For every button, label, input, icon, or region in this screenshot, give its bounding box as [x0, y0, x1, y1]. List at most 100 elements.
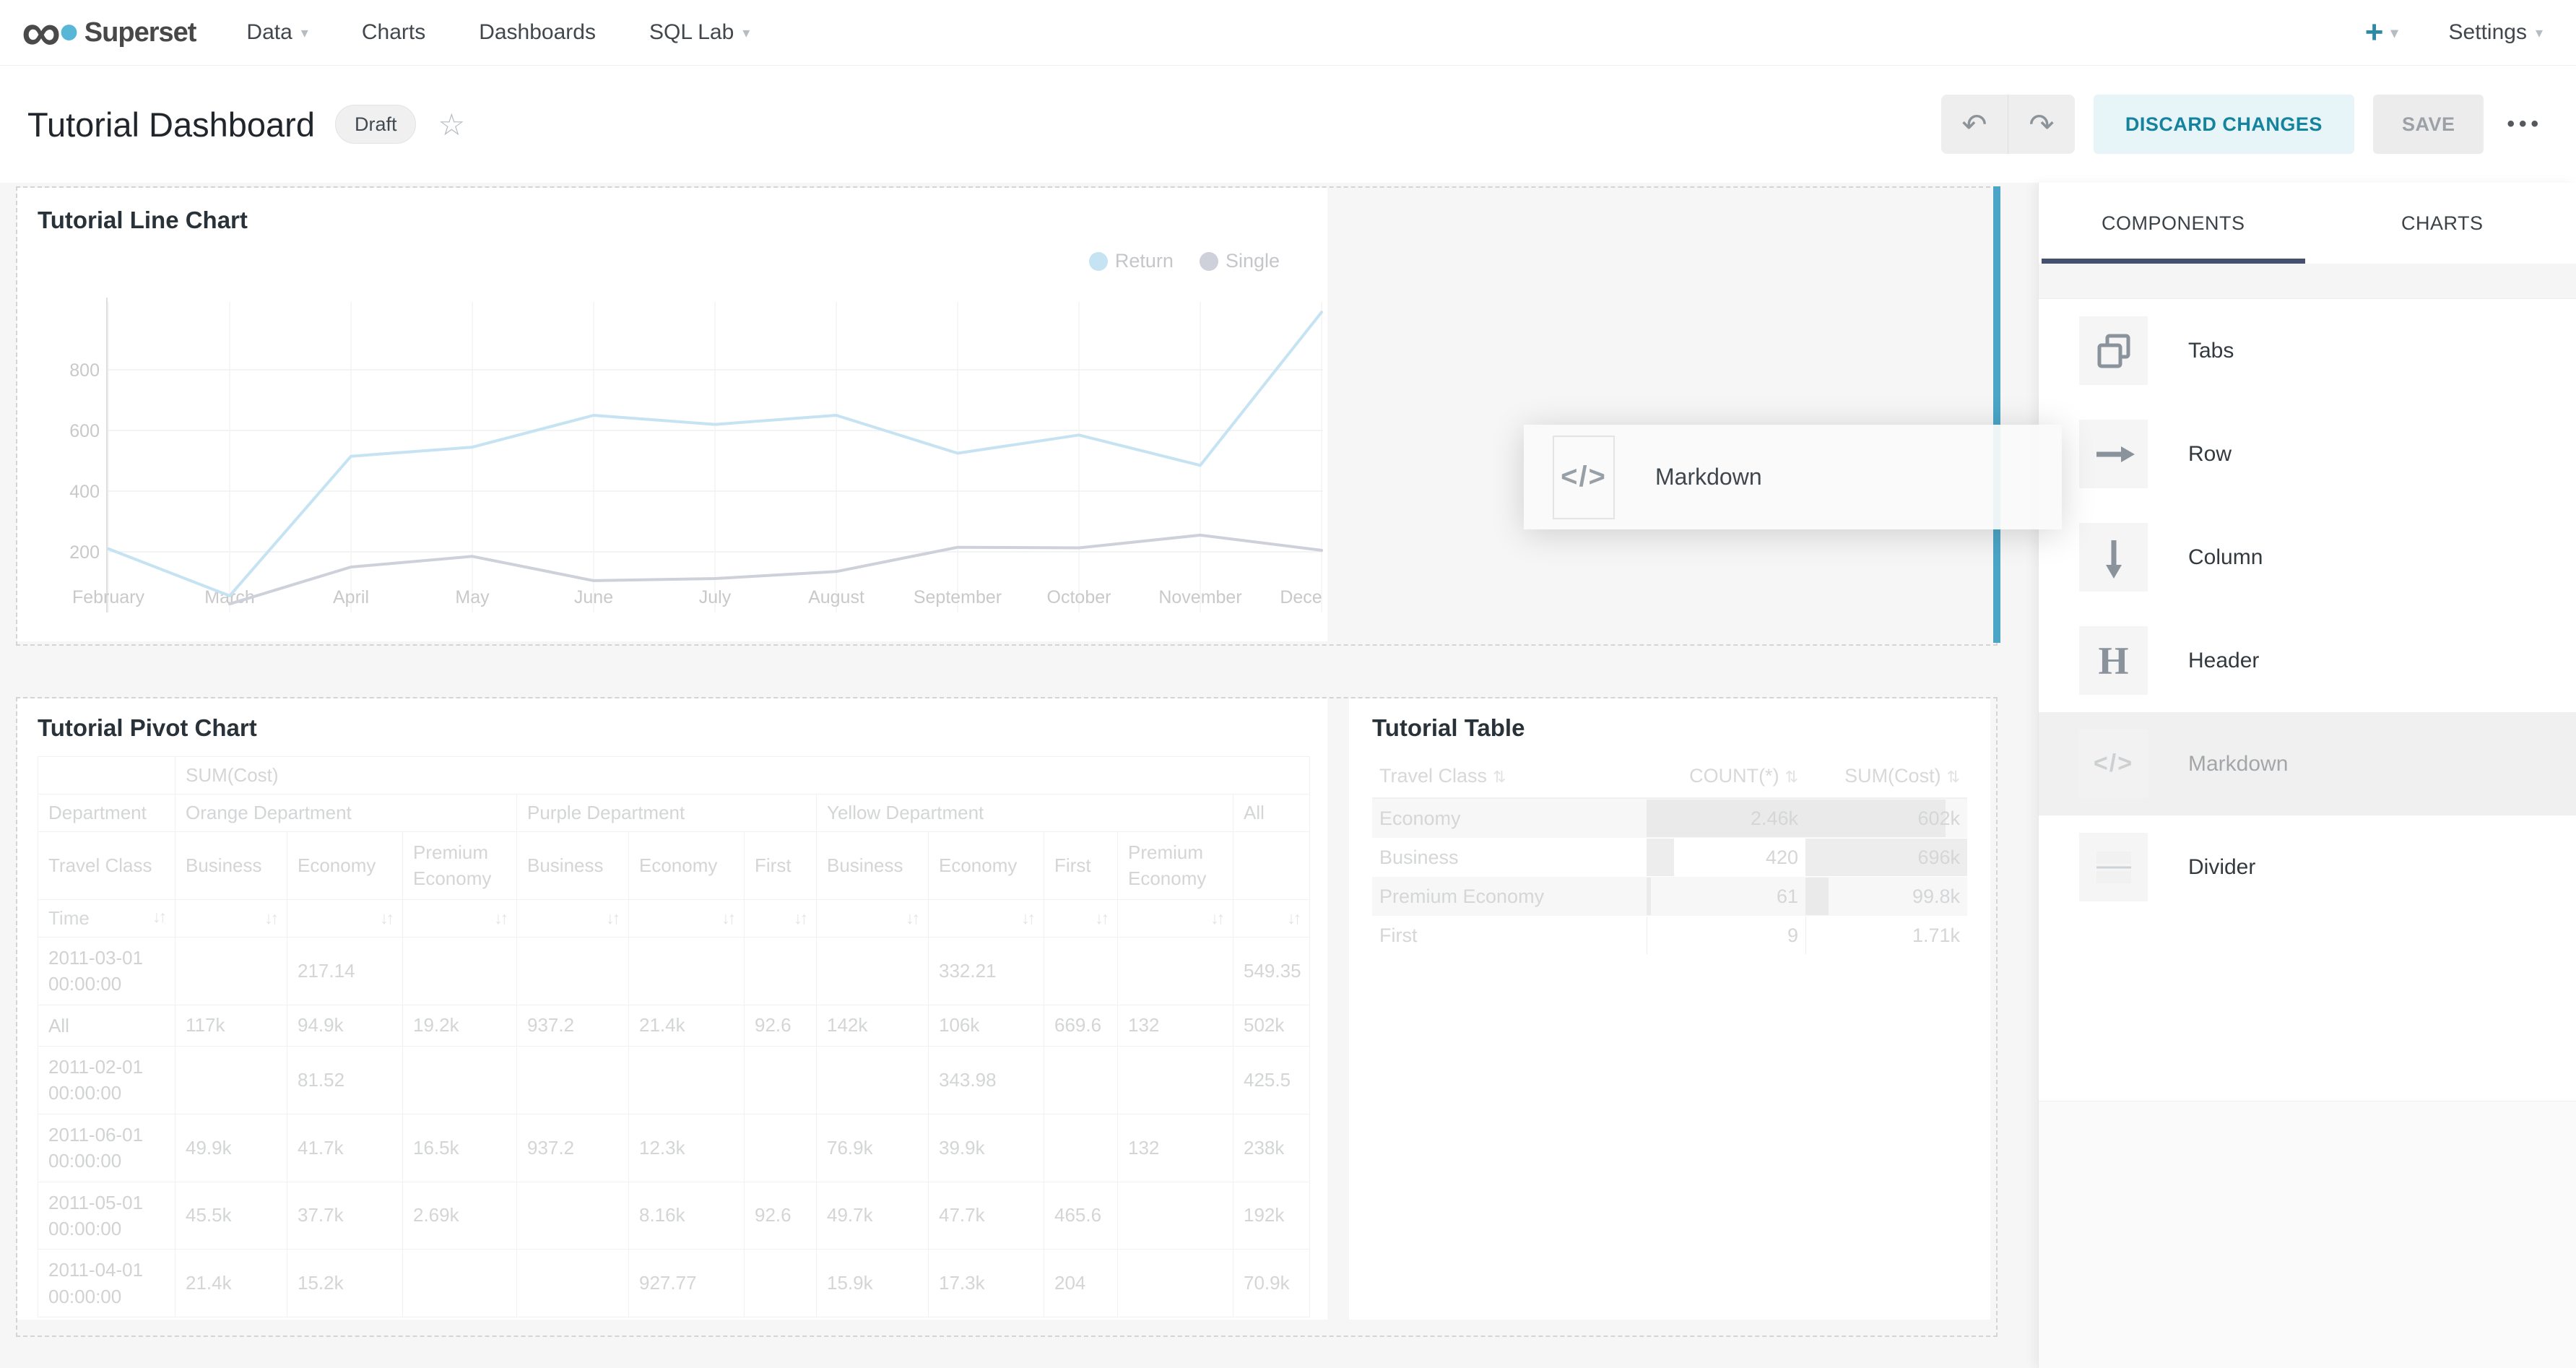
- svg-text:February: February: [72, 587, 145, 607]
- panel-item-label: Tabs: [2188, 339, 2234, 363]
- pivot-cell: [817, 937, 929, 1005]
- pivot-cell: [1044, 1114, 1118, 1182]
- chart-title: Tutorial Line Chart: [38, 207, 248, 234]
- new-item-button[interactable]: +▾: [2365, 14, 2398, 51]
- table-row: Business420696k: [1372, 838, 1967, 877]
- pivot-cell: 937.2: [517, 1114, 629, 1182]
- sort-icon[interactable]: ↓↑: [264, 909, 277, 928]
- panel-divider-band: [2039, 264, 2576, 299]
- builder-tabs: COMPONENTS CHARTS: [2039, 183, 2576, 264]
- svg-text:800: 800: [69, 360, 100, 381]
- pivot-cell: 12.3k: [629, 1114, 745, 1182]
- sort-icon[interactable]: ↓↑: [1210, 909, 1223, 928]
- drag-ghost-label: Markdown: [1655, 464, 1762, 490]
- sort-icon[interactable]: ↓↑: [1095, 909, 1107, 928]
- infinity-logo-icon: ∞•: [22, 11, 77, 54]
- col-header-count[interactable]: COUNT(*)⇅: [1647, 755, 1805, 798]
- title-bar-actions: ↶ ↷ DISCARD CHANGES SAVE •••: [1941, 95, 2543, 154]
- svg-text:April: April: [333, 587, 369, 607]
- legend-dot: [1200, 252, 1218, 271]
- pivot-subcol-header: First: [745, 832, 817, 900]
- panel-item-markdown[interactable]: </>Markdown: [2039, 712, 2576, 815]
- nav-item-charts[interactable]: Charts: [362, 20, 425, 45]
- sort-icon[interactable]: ↓↑: [721, 909, 734, 928]
- tab-components[interactable]: COMPONENTS: [2039, 183, 2308, 264]
- sort-icon[interactable]: ↓↑: [152, 907, 165, 927]
- pivot-cell: 132: [1118, 1114, 1233, 1182]
- pivot-cell: 132: [1118, 1005, 1233, 1046]
- panel-item-header[interactable]: HHeader: [2039, 609, 2576, 712]
- pivot-cell: [1118, 1046, 1233, 1114]
- pivot-subcol-header: First: [1044, 832, 1118, 900]
- favorite-star-icon[interactable]: ☆: [438, 107, 465, 142]
- sort-icon[interactable]: ↓↑: [606, 909, 618, 928]
- panel-item-label: Row: [2188, 442, 2232, 467]
- pivot-subcol-header: Economy: [287, 832, 403, 900]
- pivot-row-label: 2011-04-01 00:00:00: [38, 1250, 175, 1317]
- pivot-cell: [817, 1046, 929, 1114]
- save-button[interactable]: SAVE: [2373, 95, 2484, 154]
- col-header-sum-cost[interactable]: SUM(Cost)⇅: [1805, 755, 1967, 798]
- svg-text:600: 600: [69, 421, 100, 441]
- discard-changes-button[interactable]: DISCARD CHANGES: [2094, 95, 2354, 154]
- component-list: Tabs Row ColumnHHeader</>Markdown Divider: [2039, 299, 2576, 919]
- pivot-cell: 19.2k: [403, 1005, 517, 1046]
- panel-item-label: Markdown: [2188, 752, 2288, 776]
- pivot-cell: 192k: [1233, 1182, 1310, 1250]
- dashboard-title-bar: Tutorial Dashboard Draft ☆ ↶ ↷ DISCARD C…: [0, 66, 2576, 183]
- pivot-row: 2011-03-01 00:00:00217.14332.21549.35: [38, 937, 1310, 1005]
- panel-item-tabs[interactable]: Tabs: [2039, 299, 2576, 402]
- pivot-cell: 16.5k: [403, 1114, 517, 1182]
- pivot-cell: [629, 937, 745, 1005]
- pivot-cell: [403, 937, 517, 1005]
- nav-item-data[interactable]: Data▾: [246, 20, 308, 45]
- svg-text:July: July: [699, 587, 732, 607]
- dashboard-title[interactable]: Tutorial Dashboard: [27, 105, 315, 144]
- panel-item-label: Divider: [2188, 855, 2255, 880]
- superset-logo[interactable]: ∞• Superset: [22, 11, 196, 54]
- sort-icon[interactable]: ↓↑: [794, 909, 806, 928]
- drag-ghost-markdown[interactable]: </> Markdown: [1524, 425, 2062, 529]
- undo-redo-group: ↶ ↷: [1941, 95, 2075, 154]
- pivot-cell: 343.98: [929, 1046, 1044, 1114]
- table-chart-card[interactable]: Tutorial Table Travel Class⇅COUNT(*)⇅SUM…: [1349, 698, 1990, 1320]
- tab-charts[interactable]: CHARTS: [2308, 183, 2576, 264]
- redo-button[interactable]: ↷: [2008, 95, 2075, 154]
- data-table: Travel Class⇅COUNT(*)⇅SUM(Cost)⇅Economy2…: [1372, 755, 1967, 955]
- table-title: Tutorial Table: [1372, 714, 1525, 742]
- sort-icon[interactable]: ↓↑: [1021, 909, 1033, 928]
- sort-icon[interactable]: ↓↑: [906, 909, 918, 928]
- sort-icon[interactable]: ↓↑: [380, 909, 392, 928]
- cell-travel-class: First: [1372, 916, 1647, 955]
- undo-button[interactable]: ↶: [1941, 95, 2008, 154]
- tutorial-table-grid: Travel Class⇅COUNT(*)⇅SUM(Cost)⇅Economy2…: [1372, 755, 1967, 955]
- sort-icon[interactable]: ↓↑: [494, 909, 506, 928]
- panel-item-row[interactable]: Row: [2039, 402, 2576, 506]
- panel-empty-area: [2039, 1101, 2576, 1368]
- panel-item-column[interactable]: Column: [2039, 506, 2576, 609]
- pivot-cell: [745, 1046, 817, 1114]
- col-header-travel-class[interactable]: Travel Class⇅: [1372, 755, 1647, 798]
- nav-item-dashboards[interactable]: Dashboards: [479, 20, 596, 45]
- divider-icon: [2079, 833, 2148, 901]
- pivot-dept-header: Orange Department: [175, 795, 517, 832]
- pivot-subcol-header: Business: [175, 832, 287, 900]
- pivot-row-label: 2011-03-01 00:00:00: [38, 937, 175, 1005]
- more-options-button[interactable]: •••: [2507, 112, 2543, 137]
- pivot-cell: [629, 1046, 745, 1114]
- panel-item-divider[interactable]: Divider: [2039, 815, 2576, 919]
- plus-icon: +: [2365, 14, 2384, 51]
- pivot-cell: 76.9k: [817, 1114, 929, 1182]
- sort-icon[interactable]: ↓↑: [1287, 909, 1299, 928]
- pivot-dept-header: All: [1233, 795, 1310, 832]
- settings-menu[interactable]: Settings▾: [2449, 20, 2543, 45]
- nav-item-sql-lab[interactable]: SQL Lab▾: [649, 20, 750, 45]
- legend-item-return[interactable]: Return: [1089, 250, 1174, 272]
- pivot-cell: 21.4k: [629, 1005, 745, 1046]
- sort-icon: ⇅: [1947, 768, 1960, 786]
- legend-item-single[interactable]: Single: [1200, 250, 1280, 272]
- table-row: Economy2.46k602k: [1372, 798, 1967, 838]
- pivot-chart-card[interactable]: Tutorial Pivot Chart SUM(Cost)Department…: [17, 698, 1327, 1320]
- line-chart-card[interactable]: Tutorial Line Chart Return Single 200400…: [17, 188, 1327, 641]
- pivot-row-label: 2011-05-01 00:00:00: [38, 1182, 175, 1250]
